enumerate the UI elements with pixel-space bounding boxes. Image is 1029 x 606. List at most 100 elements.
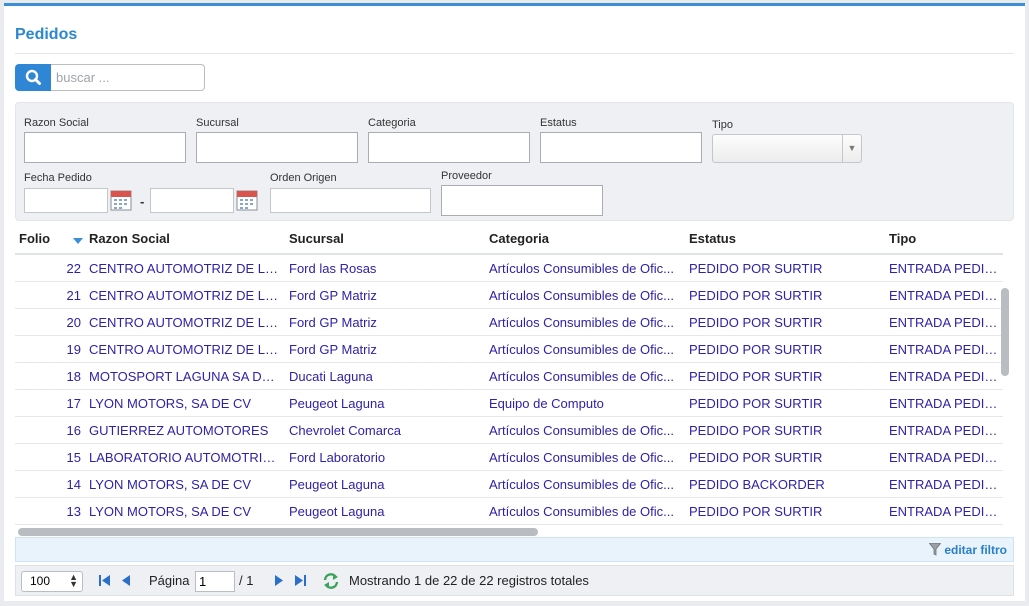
- cell-folio: 18: [66, 369, 81, 384]
- cell-categoria: Artículos Consumibles de Ofic...: [489, 315, 674, 330]
- table-row[interactable]: 22 CENTRO AUTOMOTRIZ DE LA ... Ford las Ro…: [15, 255, 1003, 282]
- table-row[interactable]: 15 LABORATORIO AUTOMOTRIZ ... Ford Laborat…: [15, 444, 1003, 471]
- estatus-field[interactable]: [540, 132, 702, 163]
- cell-estatus: PEDIDO POR SURTIR: [689, 423, 823, 438]
- edit-filter-link[interactable]: editar filtro: [929, 543, 1007, 557]
- fecha-hasta-field[interactable]: [150, 188, 234, 213]
- table-row[interactable]: 19 CENTRO AUTOMOTRIZ DE LA ... Ford GP Mat…: [15, 336, 1003, 363]
- edit-filter-label: editar filtro: [944, 543, 1007, 557]
- proveedor-field[interactable]: [441, 185, 603, 216]
- table-row[interactable]: 16 GUTIERREZ AUTOMOTORES Chevrolet Comarca…: [15, 417, 1003, 444]
- table-row[interactable]: 18 MOTOSPORT LAGUNA SA DE ... Ducati Lagun…: [15, 363, 1003, 390]
- cell-razon-social: LYON MOTORS, SA DE CV: [89, 477, 252, 492]
- table-row[interactable]: 21 CENTRO AUTOMOTRIZ DE LA ... Ford GP Mat…: [15, 282, 1003, 309]
- column-header-categoria[interactable]: Categoria: [489, 231, 549, 246]
- cell-razon-social: MOTOSPORT LAGUNA SA DE ...: [89, 369, 281, 384]
- orders-panel: Pedidos Razon Social Sucursal Categoria …: [4, 3, 1025, 601]
- column-header-razon-social[interactable]: Razon Social: [89, 231, 170, 246]
- orden-origen-label: Orden Origen: [270, 172, 337, 184]
- page-number-input[interactable]: 1: [195, 571, 235, 592]
- razon-social-label: Razon Social: [24, 117, 89, 129]
- cell-folio: 22: [66, 261, 81, 276]
- cell-estatus: PEDIDO POR SURTIR: [689, 315, 823, 330]
- column-header-sucursal[interactable]: Sucursal: [289, 231, 344, 246]
- cell-razon-social: LYON MOTORS, SA DE CV: [89, 504, 252, 519]
- cell-estatus: PEDIDO POR SURTIR: [689, 261, 823, 276]
- cell-tipo: ENTRADA PEDIDO: [889, 477, 1003, 492]
- cell-folio: 13: [66, 504, 81, 519]
- cell-tipo: ENTRADA PEDIDO: [889, 261, 1003, 276]
- cell-tipo: ENTRADA PEDIDO: [889, 369, 1003, 384]
- funnel-icon: [929, 543, 942, 556]
- cell-razon-social: CENTRO AUTOMOTRIZ DE LA ...: [89, 288, 281, 303]
- proveedor-label: Proveedor: [441, 170, 492, 182]
- cell-razon-social: CENTRO AUTOMOTRIZ DE LA ...: [89, 261, 281, 276]
- table-row[interactable]: 20 CENTRO AUTOMOTRIZ DE LA ... Ford GP Mat…: [15, 309, 1003, 336]
- cell-categoria: Artículos Consumibles de Ofic...: [489, 477, 674, 492]
- orden-origen-field[interactable]: [270, 188, 431, 213]
- orders-table: Folio Razon Social Sucursal Categoria Es…: [15, 224, 1003, 535]
- cell-folio: 21: [66, 288, 81, 303]
- cell-sucursal: Peugeot Laguna: [289, 396, 385, 411]
- calendar-icon[interactable]: [236, 189, 258, 211]
- column-header-tipo[interactable]: Tipo: [889, 231, 916, 246]
- table-row[interactable]: 17 LYON MOTORS, SA DE CV Peugeot Laguna Equ…: [15, 390, 1003, 417]
- cell-estatus: PEDIDO POR SURTIR: [689, 369, 823, 384]
- search-box: [15, 64, 205, 91]
- table-row[interactable]: 14 LYON MOTORS, SA DE CV Peugeot Laguna Art…: [15, 471, 1003, 498]
- sucursal-label: Sucursal: [196, 117, 239, 129]
- categoria-field[interactable]: [368, 132, 530, 163]
- first-page-icon[interactable]: [99, 575, 111, 586]
- cell-folio: 14: [66, 477, 81, 492]
- search-button[interactable]: [15, 64, 52, 91]
- fecha-pedido-label: Fecha Pedido: [24, 172, 92, 184]
- cell-categoria: Artículos Consumibles de Ofic...: [489, 261, 674, 276]
- tipo-select[interactable]: ▼: [712, 134, 862, 163]
- tipo-label: Tipo: [712, 119, 733, 131]
- cell-sucursal: Ducati Laguna: [289, 369, 373, 384]
- cell-razon-social: LABORATORIO AUTOMOTRIZ ...: [89, 450, 281, 465]
- records-summary: Mostrando 1 de 22 de 22 registros totale…: [349, 573, 589, 588]
- categoria-label: Categoria: [368, 117, 416, 129]
- estatus-label: Estatus: [540, 117, 577, 129]
- cell-folio: 20: [66, 315, 81, 330]
- cell-categoria: Artículos Consumibles de Ofic...: [489, 504, 674, 519]
- refresh-icon[interactable]: [323, 573, 339, 589]
- sort-desc-icon[interactable]: [73, 238, 83, 244]
- table-row[interactable]: 13 LYON MOTORS, SA DE CV Peugeot Laguna Art…: [15, 498, 1003, 525]
- horizontal-scrollbar[interactable]: [18, 528, 538, 536]
- cell-sucursal: Ford GP Matriz: [289, 288, 377, 303]
- cell-razon-social: LYON MOTORS, SA DE CV: [89, 396, 252, 411]
- column-header-folio[interactable]: Folio: [19, 231, 50, 246]
- column-header-estatus[interactable]: Estatus: [689, 231, 736, 246]
- cell-categoria: Artículos Consumibles de Ofic...: [489, 450, 674, 465]
- cell-tipo: ENTRADA PEDIDO: [889, 504, 1003, 519]
- cell-sucursal: Chevrolet Comarca: [289, 423, 401, 438]
- calendar-icon[interactable]: [110, 189, 132, 211]
- cell-sucursal: Ford las Rosas: [289, 261, 377, 276]
- razon-social-field[interactable]: [24, 132, 186, 163]
- last-page-icon[interactable]: [294, 575, 306, 586]
- fecha-desde-field[interactable]: [24, 188, 108, 213]
- search-input[interactable]: [51, 64, 205, 91]
- page-title: Pedidos: [15, 26, 78, 43]
- next-page-icon[interactable]: [274, 575, 283, 586]
- cell-sucursal: Ford GP Matriz: [289, 342, 377, 357]
- cell-razon-social: CENTRO AUTOMOTRIZ DE LA ...: [89, 342, 281, 357]
- sucursal-field[interactable]: [196, 132, 358, 163]
- vertical-scrollbar[interactable]: [1001, 288, 1009, 376]
- cell-folio: 15: [66, 450, 81, 465]
- cell-estatus: PEDIDO POR SURTIR: [689, 342, 823, 357]
- cell-tipo: ENTRADA PEDIDO: [889, 315, 1003, 330]
- prev-page-icon[interactable]: [122, 575, 131, 586]
- page-label: Página: [149, 573, 190, 588]
- filter-toolbar: editar filtro: [15, 537, 1014, 562]
- cell-categoria: Artículos Consumibles de Ofic...: [489, 369, 674, 384]
- search-icon: [25, 69, 41, 85]
- cell-tipo: ENTRADA PEDIDO: [889, 288, 1003, 303]
- page-size-value: 100: [30, 574, 51, 588]
- table-header: Folio Razon Social Sucursal Categoria Es…: [15, 224, 1003, 255]
- cell-estatus: PEDIDO BACKORDER: [689, 477, 825, 492]
- page-size-select[interactable]: 100 ▲ ▼: [21, 571, 83, 592]
- cell-sucursal: Peugeot Laguna: [289, 504, 385, 519]
